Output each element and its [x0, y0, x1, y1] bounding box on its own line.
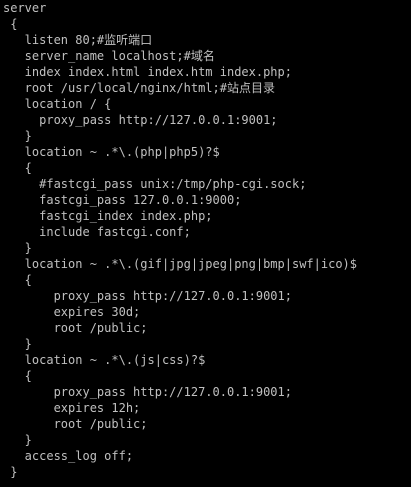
config-line: location ~ .*\.(js|css)?$: [3, 353, 206, 367]
config-line: expires 30d;: [3, 305, 141, 319]
config-line: {: [3, 17, 18, 31]
terminal-window[interactable]: server { listen 80;#监听端口 server_name loc…: [0, 0, 411, 487]
config-line: }: [3, 129, 32, 143]
config-line: root /public;: [3, 321, 148, 335]
config-line: {: [3, 161, 32, 175]
config-line: #fastcgi_pass unix:/tmp/php-cgi.sock;: [3, 177, 307, 191]
config-line: proxy_pass http://127.0.0.1:9001;: [3, 385, 292, 399]
config-line: server: [3, 1, 47, 15]
config-line: access_log off;: [3, 449, 134, 463]
config-line: }: [3, 433, 32, 447]
terminal-text-area[interactable]: server { listen 80;#监听端口 server_name loc…: [3, 0, 411, 487]
config-line: location ~ .*\.(gif|jpg|jpeg|png|bmp|swf…: [3, 257, 358, 271]
config-line: location / {: [3, 97, 112, 111]
config-line: expires 12h;: [3, 401, 141, 415]
config-line: proxy_pass http://127.0.0.1:9001;: [3, 289, 292, 303]
config-line: proxy_pass http://127.0.0.1:9001;: [3, 113, 278, 127]
config-line: include fastcgi.conf;: [3, 225, 191, 239]
config-line: location ~ .*\.(php|php5)?$: [3, 145, 220, 159]
config-line: fastcgi_pass 127.0.0.1:9000;: [3, 193, 242, 207]
config-line: {: [3, 369, 32, 383]
config-line: }: [3, 241, 32, 255]
config-line: fastcgi_index index.php;: [3, 209, 213, 223]
config-line: listen 80;#监听端口: [3, 33, 153, 47]
config-line: server_name localhost;#域名: [3, 49, 215, 63]
config-line: }: [3, 465, 18, 479]
config-line: {: [3, 273, 32, 287]
config-line: index index.html index.htm index.php;: [3, 65, 292, 79]
config-line: root /public;: [3, 417, 148, 431]
config-line: }: [3, 337, 32, 351]
config-line: root /usr/local/nginx/html;#站点目录: [3, 81, 275, 95]
